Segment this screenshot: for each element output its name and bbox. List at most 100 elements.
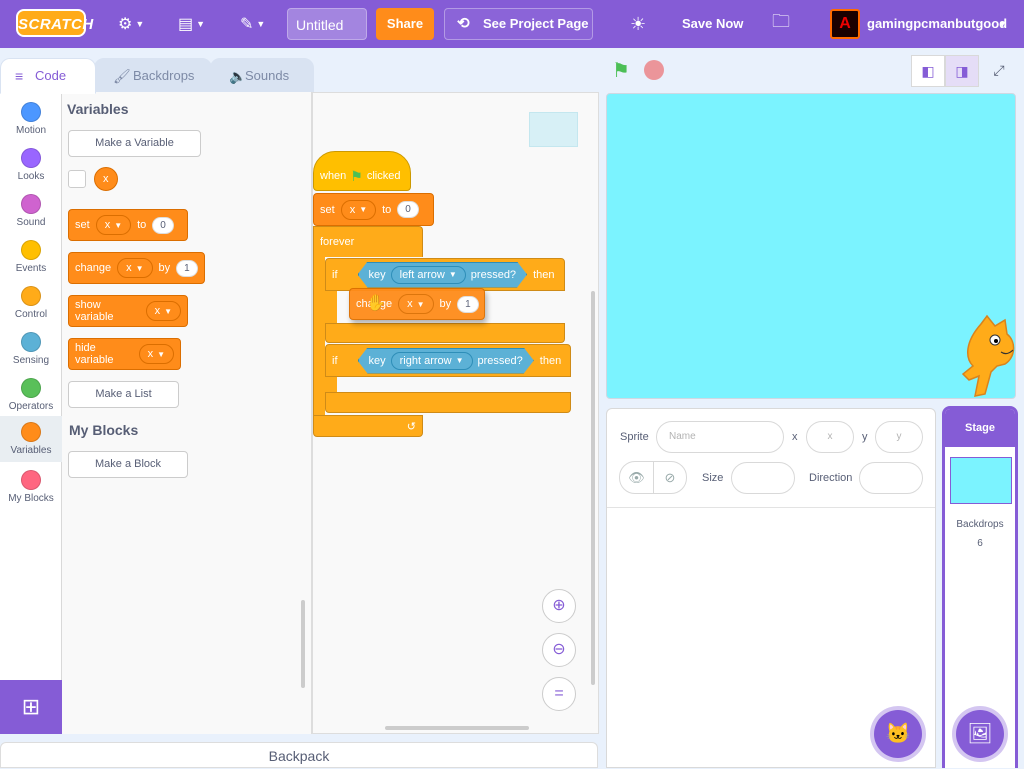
small-stage-button[interactable]: ◧ <box>911 55 945 87</box>
make-block-button[interactable]: Make a Block <box>68 451 188 478</box>
variables-dot-icon <box>21 422 41 442</box>
change-variable-block[interactable]: change x ▼ by 1 <box>68 252 205 284</box>
category-sound[interactable]: Sound <box>0 188 62 234</box>
set-variable-block[interactable]: set x ▼ to 0 <box>313 193 434 226</box>
category-sensing[interactable]: Sensing <box>0 326 62 372</box>
category-menu: Motion Looks Sound Events Control Sensin… <box>0 92 62 680</box>
zoom-in-icon: ⊕ <box>552 597 566 614</box>
value-input[interactable]: 0 <box>397 201 419 218</box>
sensing-dot-icon <box>21 332 41 352</box>
add-extension-button[interactable]: ⊞ <box>0 680 62 734</box>
settings-menu[interactable]: ⚙ ▼ <box>118 12 144 36</box>
if-block-right[interactable]: if key right arrow ▼ pressed? then <box>325 344 571 377</box>
eye-icon: 👁 <box>628 470 645 485</box>
show-sprite-button[interactable]: 👁 <box>619 461 654 494</box>
divider <box>607 507 935 508</box>
green-flag-icon: ⚑ <box>350 167 363 184</box>
looks-dot-icon <box>21 148 41 168</box>
zoom-in-button[interactable]: ⊕ <box>542 589 576 623</box>
key-pressed-sensor[interactable]: key right arrow ▼ pressed? <box>358 348 534 374</box>
project-title-input[interactable]: Untitled <box>287 8 367 40</box>
edit-menu[interactable]: ✎ ▼ <box>240 12 265 36</box>
variable-dropdown[interactable]: x ▼ <box>117 258 153 278</box>
value-input[interactable]: 1 <box>176 259 198 277</box>
category-control[interactable]: Control <box>0 280 62 326</box>
variable-x-reporter[interactable]: x <box>94 167 118 191</box>
x-input[interactable]: x <box>806 421 854 453</box>
show-variable-block[interactable]: show variable x ▼ <box>68 295 188 327</box>
tab-sounds[interactable]: 🔈 Sounds <box>210 58 314 94</box>
file-menu[interactable]: ▤ ▼ <box>178 12 205 36</box>
y-input[interactable]: y <box>875 421 923 453</box>
sprite-name-input[interactable]: Name <box>656 421 784 453</box>
value-input[interactable]: 1 <box>457 295 479 313</box>
variable-dropdown[interactable]: x ▼ <box>398 294 434 314</box>
when-flag-clicked-block[interactable]: when ⚑ clicked <box>313 151 411 191</box>
backpack-bar[interactable]: Backpack <box>0 742 598 768</box>
tab-backdrops[interactable]: 🖌 Backdrops <box>94 58 212 94</box>
key-dropdown[interactable]: left arrow ▼ <box>391 266 466 284</box>
key-pressed-sensor[interactable]: key left arrow ▼ pressed? <box>358 262 528 288</box>
palette-scrollbar[interactable] <box>301 600 305 688</box>
stage-thumbnail[interactable] <box>950 457 1012 504</box>
zoom-out-button[interactable]: ⊖ <box>542 633 576 667</box>
forever-block[interactable]: forever <box>313 226 423 257</box>
block-palette: Variables Make a Variable x set x ▼ to 0 … <box>62 92 312 734</box>
variable-x-checkbox[interactable] <box>68 170 86 188</box>
scratch-logo[interactable]: SCRATCH <box>16 9 93 37</box>
small-stage-icon: ◧ <box>921 63 935 79</box>
chevron-down-icon: ▼ <box>256 19 266 29</box>
if-right-footer <box>325 392 571 413</box>
variable-dropdown[interactable]: x ▼ <box>340 199 377 220</box>
green-flag-icon[interactable]: ⚑ <box>612 58 630 83</box>
workspace-vertical-scrollbar[interactable] <box>591 291 595 685</box>
workspace-horizontal-scrollbar[interactable] <box>385 726 529 730</box>
theme-icon[interactable]: ☀ <box>630 12 646 36</box>
category-variables[interactable]: Variables <box>0 416 62 462</box>
my-stuff-folder-icon[interactable]: 🗀 <box>772 11 790 36</box>
x-label: x <box>792 431 798 443</box>
image-add-icon: 🖼 <box>967 723 993 745</box>
chevron-down-icon[interactable]: ▼ <box>998 12 1007 36</box>
zoom-reset-button[interactable]: = <box>542 677 576 711</box>
myblocks-dot-icon <box>21 470 41 490</box>
category-motion[interactable]: Motion <box>0 96 62 142</box>
variable-dropdown[interactable]: x ▼ <box>95 215 132 235</box>
if-block-left[interactable]: if key left arrow ▼ pressed? then <box>325 258 565 291</box>
key-dropdown[interactable]: right arrow ▼ <box>391 352 473 370</box>
choose-sprite-button[interactable]: 🐱 <box>874 710 922 758</box>
username[interactable]: gamingpcmanbutgood <box>867 16 1007 31</box>
chevron-down-icon: ▼ <box>448 270 457 279</box>
hide-variable-block[interactable]: hide variable x ▼ <box>68 338 181 370</box>
make-list-button[interactable]: Make a List <box>68 381 179 408</box>
see-project-label: See Project Page <box>483 16 589 31</box>
large-stage-button[interactable]: ◨ <box>945 55 979 87</box>
save-now-button[interactable]: Save Now <box>682 16 743 31</box>
cat-sprite[interactable] <box>961 314 1016 399</box>
see-project-page-button[interactable]: ⟲ See Project Page <box>444 8 593 40</box>
set-variable-block[interactable]: set x ▼ to 0 <box>68 209 188 241</box>
avatar[interactable]: A <box>830 9 860 39</box>
stop-icon[interactable] <box>644 60 664 80</box>
direction-input[interactable] <box>859 462 923 494</box>
share-button[interactable]: Share <box>376 8 434 40</box>
value-input[interactable]: 0 <box>152 216 174 234</box>
backdrops-count: 6 <box>977 538 983 549</box>
stage-canvas[interactable] <box>606 93 1016 399</box>
if-left-footer <box>325 323 565 343</box>
category-events[interactable]: Events <box>0 234 62 280</box>
operators-dot-icon <box>21 378 41 398</box>
size-input[interactable] <box>731 462 795 494</box>
category-looks[interactable]: Looks <box>0 142 62 188</box>
fullscreen-button[interactable]: ⤢ <box>982 55 1016 87</box>
if-right-arm <box>325 377 337 393</box>
tab-code[interactable]: ≡ Code <box>0 58 96 94</box>
category-operators[interactable]: Operators <box>0 372 62 418</box>
sound-dot-icon <box>21 194 41 214</box>
variable-dropdown[interactable]: x ▼ <box>145 301 181 321</box>
variable-dropdown[interactable]: x ▼ <box>138 344 174 364</box>
category-my-blocks[interactable]: My Blocks <box>0 464 62 510</box>
choose-backdrop-button[interactable]: 🖼 <box>956 710 1004 758</box>
make-variable-button[interactable]: Make a Variable <box>68 130 201 157</box>
hide-sprite-button[interactable]: ⊘ <box>653 461 687 494</box>
